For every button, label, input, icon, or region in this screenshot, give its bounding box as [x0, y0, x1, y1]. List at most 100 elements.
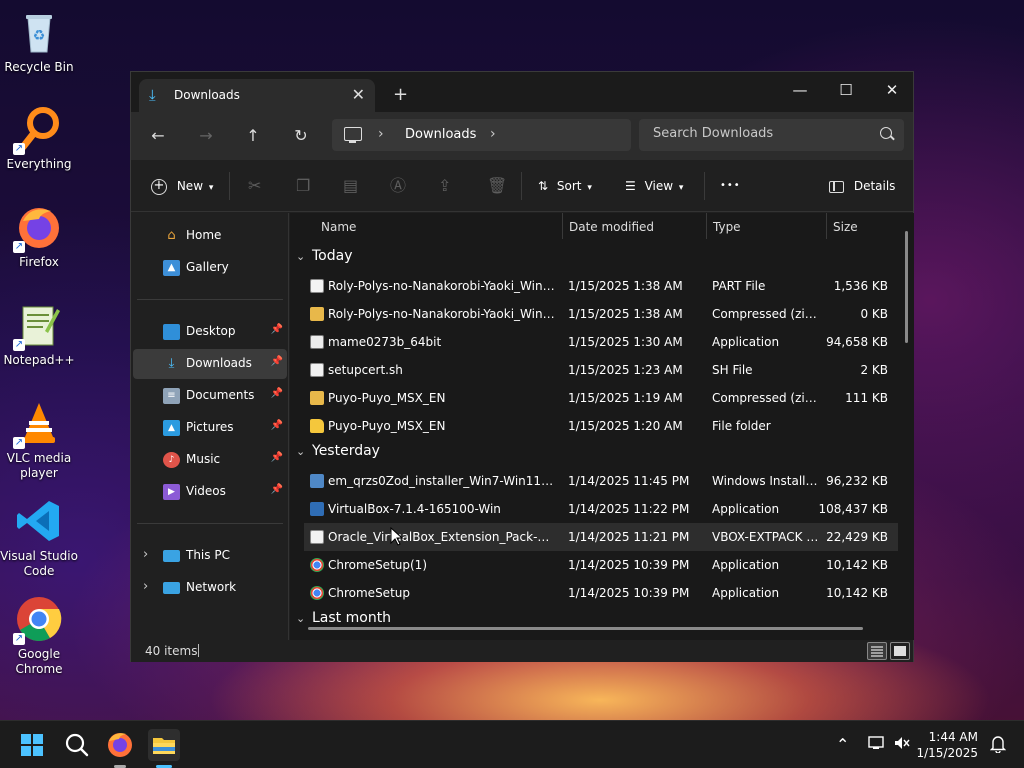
column-header-name[interactable]: Name	[321, 213, 356, 243]
sidebar-item-this-pc[interactable]: › This PC	[133, 541, 287, 571]
file-name: Roly-Polys-no-Nanakorobi-Yaoki_Win-3x...	[328, 279, 556, 293]
horizontal-scrollbar[interactable]	[308, 627, 863, 630]
sidebar-item-home[interactable]: ⌂ Home	[133, 221, 287, 251]
cut-icon[interactable]: ✂	[248, 175, 261, 197]
address-bar[interactable]: › Downloads ›	[332, 119, 631, 151]
details-view-button[interactable]	[867, 642, 887, 660]
pin-icon[interactable]: 📌	[271, 356, 283, 367]
copy-icon[interactable]: ❐	[296, 175, 310, 197]
sort-label: Sort	[556, 179, 582, 193]
up-button[interactable]: ↑	[238, 122, 268, 150]
table-row[interactable]: ChromeSetup(1) 1/14/2025 10:39 PM Applic…	[304, 551, 898, 579]
desktop-icon-notepad-plus-plus[interactable]: ↗ Notepad++	[0, 301, 78, 368]
details-pane-button[interactable]: Details	[829, 175, 895, 197]
table-row[interactable]: em_qrzs0Zod_installer_Win7-Win11_x86_...…	[304, 467, 898, 495]
tiles-view-button[interactable]	[890, 642, 910, 660]
start-button[interactable]	[16, 729, 48, 761]
vertical-scrollbar[interactable]	[905, 231, 908, 343]
desktop-icon-everything[interactable]: ↗ Everything	[0, 105, 78, 172]
pin-icon[interactable]: 📌	[271, 452, 283, 463]
file-list: Name Date modified Type Size ⌄ Today Roly…	[290, 213, 914, 640]
column-header-size[interactable]: Size	[833, 213, 858, 243]
desktop-icon-chrome[interactable]: ↗ Google Chrome	[0, 595, 78, 677]
new-button[interactable]: + New ▾	[151, 175, 213, 197]
group-header-yesterday[interactable]: ⌄ Yesterday	[296, 443, 380, 465]
table-row[interactable]: VirtualBox-7.1.4-165100-Win 1/14/2025 11…	[304, 495, 898, 523]
search-box[interactable]	[639, 119, 904, 151]
sidebar-item-pictures[interactable]: ▲ Pictures 📌	[133, 413, 287, 443]
sidebar-item-gallery[interactable]: ▲ Gallery	[133, 253, 287, 283]
volume-muted-icon[interactable]	[893, 735, 911, 755]
taskbar-search-button[interactable]	[61, 729, 93, 761]
see-more-button[interactable]: •••	[720, 175, 741, 197]
pin-icon[interactable]: 📌	[271, 388, 283, 399]
sidebar-item-desktop[interactable]: Desktop 📌	[133, 317, 287, 347]
table-row[interactable]: Puyo-Puyo_MSX_EN 1/15/2025 1:20 AM File …	[304, 412, 898, 440]
desktop-icon-firefox[interactable]: ↗ Firefox	[0, 203, 78, 270]
view-button[interactable]: ☰ View ▾	[625, 175, 683, 197]
file-date: 1/14/2025 10:39 PM	[568, 586, 690, 600]
table-row[interactable]: Puyo-Puyo_MSX_EN 1/15/2025 1:19 AM Compr…	[304, 384, 898, 412]
chevron-right-icon[interactable]: ›	[378, 126, 384, 142]
notification-bell-icon[interactable]	[989, 735, 1007, 757]
column-divider[interactable]	[706, 213, 707, 239]
table-row[interactable]: ChromeSetup 1/14/2025 10:39 PM Applicati…	[304, 579, 898, 607]
group-header-today[interactable]: ⌄ Today	[296, 248, 353, 270]
column-divider[interactable]	[562, 213, 563, 239]
sidebar-item-label: This PC	[186, 548, 230, 562]
chrome-setup-icon	[310, 558, 324, 572]
table-row[interactable]: Roly-Polys-no-Nanakorobi-Yaoki_Win-3x...…	[304, 272, 898, 300]
forward-button[interactable]: →	[191, 122, 221, 150]
column-header-date[interactable]: Date modified	[569, 213, 654, 243]
sort-button[interactable]: ⇅ Sort ▾	[538, 175, 592, 197]
system-clock[interactable]: 1:44 AM 1/15/2025	[916, 729, 978, 761]
close-tab-icon[interactable]: ✕	[352, 85, 365, 104]
chevron-right-icon[interactable]: ›	[143, 579, 148, 594]
sidebar-item-downloads[interactable]: ⤓ Downloads 📌	[133, 349, 287, 379]
pin-icon[interactable]: 📌	[271, 324, 283, 335]
file-size: 2 KB	[860, 363, 888, 377]
search-icon[interactable]	[880, 127, 892, 139]
share-icon[interactable]: ⇪	[438, 175, 451, 197]
desktop-icon-vscode[interactable]: Visual Studio Code	[0, 497, 78, 579]
table-row[interactable]: Roly-Polys-no-Nanakorobi-Yaoki_Win-3x...…	[304, 300, 898, 328]
close-button[interactable]: ✕	[869, 76, 915, 104]
mouse-cursor	[390, 527, 404, 546]
maximize-button[interactable]: ☐	[823, 76, 869, 104]
new-tab-button[interactable]: +	[393, 84, 408, 105]
sidebar-item-documents[interactable]: ≡ Documents 📌	[133, 381, 287, 411]
search-input[interactable]	[653, 126, 863, 141]
paste-icon[interactable]: ▤	[343, 175, 358, 197]
desktop-icon-vlc[interactable]: ↗ VLC media player	[0, 399, 78, 481]
delete-icon[interactable]: 🗑	[487, 175, 507, 197]
table-row[interactable]: setupcert.sh 1/15/2025 1:23 AM SH File 2…	[304, 356, 898, 384]
breadcrumb-downloads[interactable]: Downloads	[405, 127, 476, 142]
show-hidden-icons-button[interactable]: ⌃	[836, 735, 849, 754]
chevron-right-icon[interactable]: ›	[143, 547, 148, 562]
column-divider[interactable]	[826, 213, 827, 239]
chevron-down-icon: ⌄	[296, 445, 306, 458]
refresh-button[interactable]: ↻	[286, 122, 316, 150]
minimize-button[interactable]: —	[777, 76, 823, 104]
rename-icon[interactable]: Ⓐ	[390, 175, 406, 197]
sidebar-item-music[interactable]: ♪ Music 📌	[133, 445, 287, 475]
desktop-icon-recycle-bin[interactable]: ♻ Recycle Bin	[0, 8, 78, 75]
network-status-icon[interactable]	[868, 735, 886, 755]
taskbar-firefox[interactable]	[104, 729, 136, 768]
chevron-right-icon[interactable]: ›	[490, 126, 496, 142]
table-row[interactable]: mame0273b_64bit 1/15/2025 1:30 AM Applic…	[304, 328, 898, 356]
desktop-icon-label: Notepad++	[3, 353, 75, 367]
new-label: New	[176, 179, 204, 193]
notepad-plus-plus-icon: ↗	[13, 301, 63, 351]
network-icon	[163, 582, 180, 594]
tab-downloads[interactable]: ⤓ Downloads ✕	[139, 79, 375, 112]
sidebar-item-videos[interactable]: ▶ Videos 📌	[133, 477, 287, 507]
back-button[interactable]: ←	[143, 122, 173, 150]
pin-icon[interactable]: 📌	[271, 420, 283, 431]
pin-icon[interactable]: 📌	[271, 484, 283, 495]
sidebar-item-network[interactable]: › Network	[133, 573, 287, 603]
column-header-type[interactable]: Type	[713, 213, 741, 243]
everything-search-icon: ↗	[13, 105, 63, 155]
item-count: 40 items	[145, 644, 198, 658]
taskbar-file-explorer[interactable]	[148, 729, 180, 768]
